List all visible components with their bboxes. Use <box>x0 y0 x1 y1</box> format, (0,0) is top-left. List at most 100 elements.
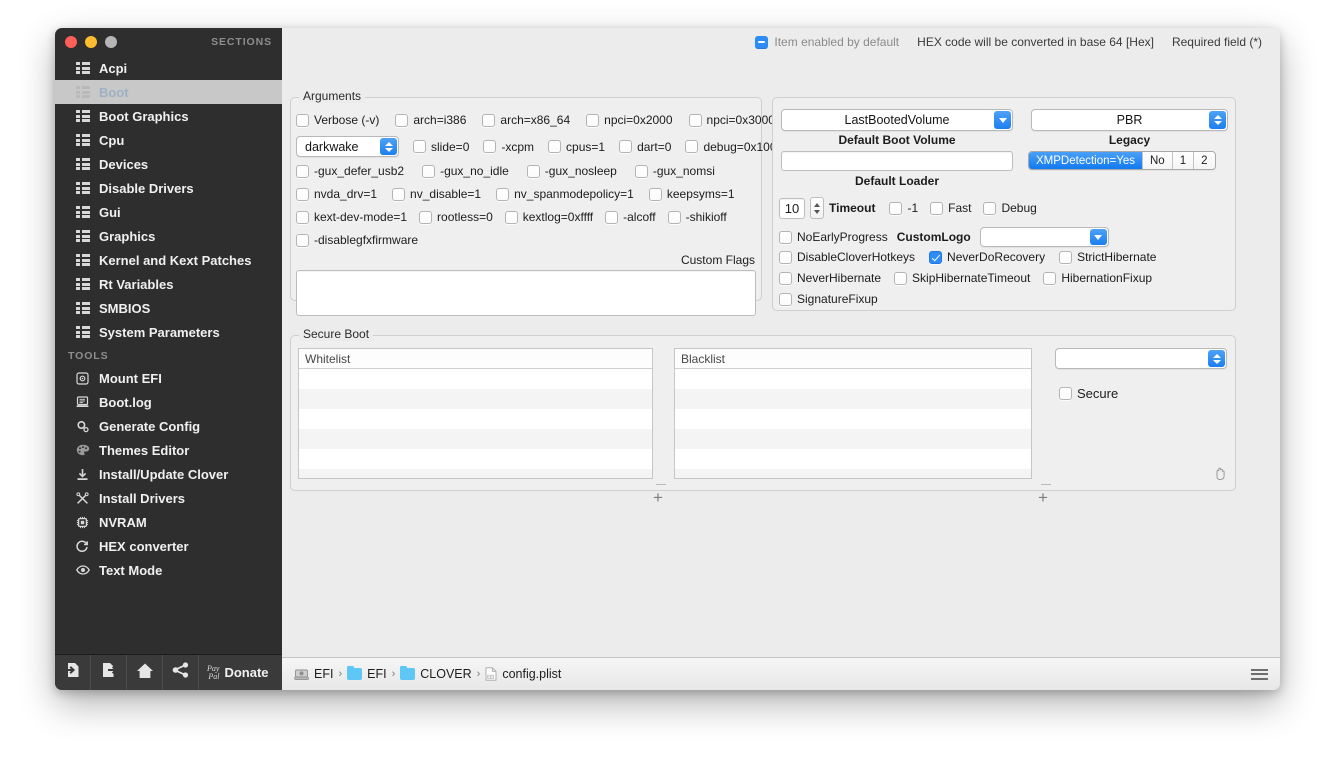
table-row[interactable] <box>299 369 652 389</box>
blacklist-column-header[interactable]: Blacklist <box>675 349 1031 369</box>
whitelist-table[interactable]: Whitelist <box>298 348 653 479</box>
table-row[interactable] <box>299 449 652 469</box>
breadcrumb-item-clover-folder[interactable]: CLOVER <box>400 665 472 681</box>
checkbox-debug[interactable]: Debug <box>983 201 1037 215</box>
checkbox-secure[interactable]: Secure <box>1059 386 1118 401</box>
checkbox-arch-i386[interactable]: arch=i386 <box>395 113 466 127</box>
sidebar-item-boot[interactable]: Boot <box>55 80 282 104</box>
checkbox-no-early-progress[interactable]: NoEarlyProgress <box>779 230 888 244</box>
table-row[interactable] <box>299 409 652 429</box>
sidebar-item-hex-converter[interactable]: HEX converter <box>55 534 282 558</box>
donate-button[interactable]: Pay Pal Donate <box>199 655 279 691</box>
table-row[interactable] <box>299 429 652 449</box>
close-window-button[interactable] <box>65 36 77 48</box>
table-row[interactable] <box>299 389 652 409</box>
checkbox-keepsyms-1[interactable]: keepsyms=1 <box>648 187 735 201</box>
checkbox-verbose[interactable]: Verbose (-v) <box>296 113 379 127</box>
breadcrumb-item-efi-folder[interactable]: EFI <box>347 665 387 681</box>
table-row[interactable] <box>299 469 652 478</box>
checkbox-nv-spanmodepolicy-1[interactable]: nv_spanmodepolicy=1 <box>496 187 634 201</box>
import-button[interactable] <box>55 654 91 690</box>
sidebar-item-kernel-and-kext-patches[interactable]: Kernel and Kext Patches <box>55 248 282 272</box>
sidebar-item-cpu[interactable]: Cpu <box>55 128 282 152</box>
sidebar-item-generate-config[interactable]: Generate Config <box>55 414 282 438</box>
checkbox-strict-hibernate[interactable]: StrictHibernate <box>1059 250 1156 264</box>
default-boot-volume-dropdown[interactable]: LastBootedVolume <box>781 109 1013 131</box>
share-button[interactable] <box>163 654 199 690</box>
checkbox-disable-clover-hotkeys[interactable]: DisableCloverHotkeys <box>779 250 915 264</box>
home-button[interactable] <box>127 654 163 690</box>
checkbox-signature-fixup[interactable]: SignatureFixup <box>779 292 878 306</box>
checkbox-debug-0x100[interactable]: debug=0x100 <box>685 140 777 154</box>
checkbox-never-do-recovery[interactable]: NeverDoRecovery <box>929 250 1045 264</box>
checkbox-npci-3000[interactable]: npci=0x3000 <box>688 113 775 127</box>
export-button[interactable] <box>91 654 127 690</box>
darkwake-dropdown[interactable]: darkwake <box>296 136 399 157</box>
table-row[interactable] <box>675 449 1031 469</box>
table-row[interactable] <box>675 389 1031 409</box>
sidebar-item-disable-drivers[interactable]: Disable Drivers <box>55 176 282 200</box>
table-row[interactable] <box>675 429 1031 449</box>
sidebar-item-gui[interactable]: Gui <box>55 200 282 224</box>
sidebar-item-rt-variables[interactable]: Rt Variables <box>55 272 282 296</box>
blacklist-table[interactable]: Blacklist <box>674 348 1032 479</box>
customlogo-dropdown[interactable] <box>979 227 1109 247</box>
table-row[interactable] <box>675 369 1031 389</box>
table-row[interactable] <box>675 409 1031 429</box>
checkbox-kext-dev-mode-1[interactable]: kext-dev-mode=1 <box>296 210 407 224</box>
checkbox-fast[interactable]: Fast <box>930 201 971 215</box>
checkbox-hibernation-fixup[interactable]: HibernationFixup <box>1043 271 1152 285</box>
sidebar-item-smbios[interactable]: SMBIOS <box>55 296 282 320</box>
checkbox-alcoff[interactable]: -alcoff <box>605 210 656 224</box>
default-loader-input[interactable] <box>781 151 1013 171</box>
checkbox-never-hibernate[interactable]: NeverHibernate <box>779 271 881 285</box>
sidebar-item-nvram[interactable]: NVRAM <box>55 510 282 534</box>
zoom-window-button[interactable] <box>105 36 117 48</box>
sidebar-item-mount-efi[interactable]: Mount EFI <box>55 366 282 390</box>
whitelist-remove-button[interactable] <box>656 484 666 485</box>
table-row[interactable] <box>675 469 1031 478</box>
checkbox-nv-disable-1[interactable]: nv_disable=1 <box>392 187 481 201</box>
checkbox-gux-nosleep[interactable]: -gux_nosleep <box>526 164 617 178</box>
blacklist-add-button[interactable]: + <box>1038 489 1048 506</box>
checkbox-dart-0[interactable]: dart=0 <box>619 140 671 154</box>
segment-1[interactable]: 1 <box>1172 152 1195 169</box>
timeout-input[interactable]: 10 <box>779 197 805 219</box>
checkbox-gux-defer-usb2[interactable]: -gux_defer_usb2 <box>296 164 404 178</box>
checkbox-skip-hibernate-timeout[interactable]: SkipHibernateTimeout <box>894 271 1030 285</box>
checkbox-slide-0[interactable]: slide=0 <box>413 140 469 154</box>
checkbox-nvda-drv-1[interactable]: nvda_drv=1 <box>296 187 377 201</box>
sidebar-item-acpi[interactable]: Acpi <box>55 56 282 80</box>
sidebar-item-boot-graphics[interactable]: Boot Graphics <box>55 104 282 128</box>
sidebar-item-graphics[interactable]: Graphics <box>55 224 282 248</box>
breadcrumb-item-config-plist[interactable]: config.plist <box>485 667 561 681</box>
timeout-stepper[interactable] <box>810 197 824 219</box>
breadcrumb-item-disk[interactable]: EFI <box>294 667 333 681</box>
blacklist-remove-button[interactable] <box>1041 484 1051 485</box>
secure-boot-policy-dropdown[interactable] <box>1055 348 1227 369</box>
checkbox-npci-2000[interactable]: npci=0x2000 <box>586 113 673 127</box>
checkbox-timeout-minus-one[interactable]: -1 <box>889 201 918 215</box>
sidebar-item-text-mode[interactable]: Text Mode <box>55 558 282 582</box>
segment-xmpdetection-yes[interactable]: XMPDetection=Yes <box>1029 152 1143 169</box>
sidebar-item-boot-log[interactable]: Boot.log <box>55 390 282 414</box>
whitelist-add-button[interactable]: + <box>653 489 663 506</box>
checkbox-kextlog-0xffff[interactable]: kextlog=0xffff <box>504 210 593 224</box>
checkbox-gux-nomsi[interactable]: -gux_nomsi <box>634 164 715 178</box>
xmp-detection-segmented-control[interactable]: XMPDetection=Yes No 1 2 <box>1028 151 1216 170</box>
segment-2[interactable]: 2 <box>1194 152 1215 169</box>
checkbox-cpus-1[interactable]: cpus=1 <box>548 140 605 154</box>
custom-flags-input[interactable] <box>296 270 756 316</box>
checkbox-disablegfxfirmware[interactable]: -disablegfxfirmware <box>296 233 418 247</box>
sidebar-item-install-drivers[interactable]: Install Drivers <box>55 486 282 510</box>
hamburger-icon[interactable] <box>1251 668 1268 680</box>
minimize-window-button[interactable] <box>85 36 97 48</box>
checkbox-rootless-0[interactable]: rootless=0 <box>419 210 493 224</box>
sidebar-item-devices[interactable]: Devices <box>55 152 282 176</box>
whitelist-column-header[interactable]: Whitelist <box>299 349 652 369</box>
checkbox-xcpm[interactable]: -xcpm <box>483 140 534 154</box>
checkbox-arch-x86-64[interactable]: arch=x86_64 <box>482 113 570 127</box>
checkbox-gux-no-idle[interactable]: -gux_no_idle <box>422 164 509 178</box>
segment-no[interactable]: No <box>1142 152 1173 169</box>
sidebar-item-themes-editor[interactable]: Themes Editor <box>55 438 282 462</box>
